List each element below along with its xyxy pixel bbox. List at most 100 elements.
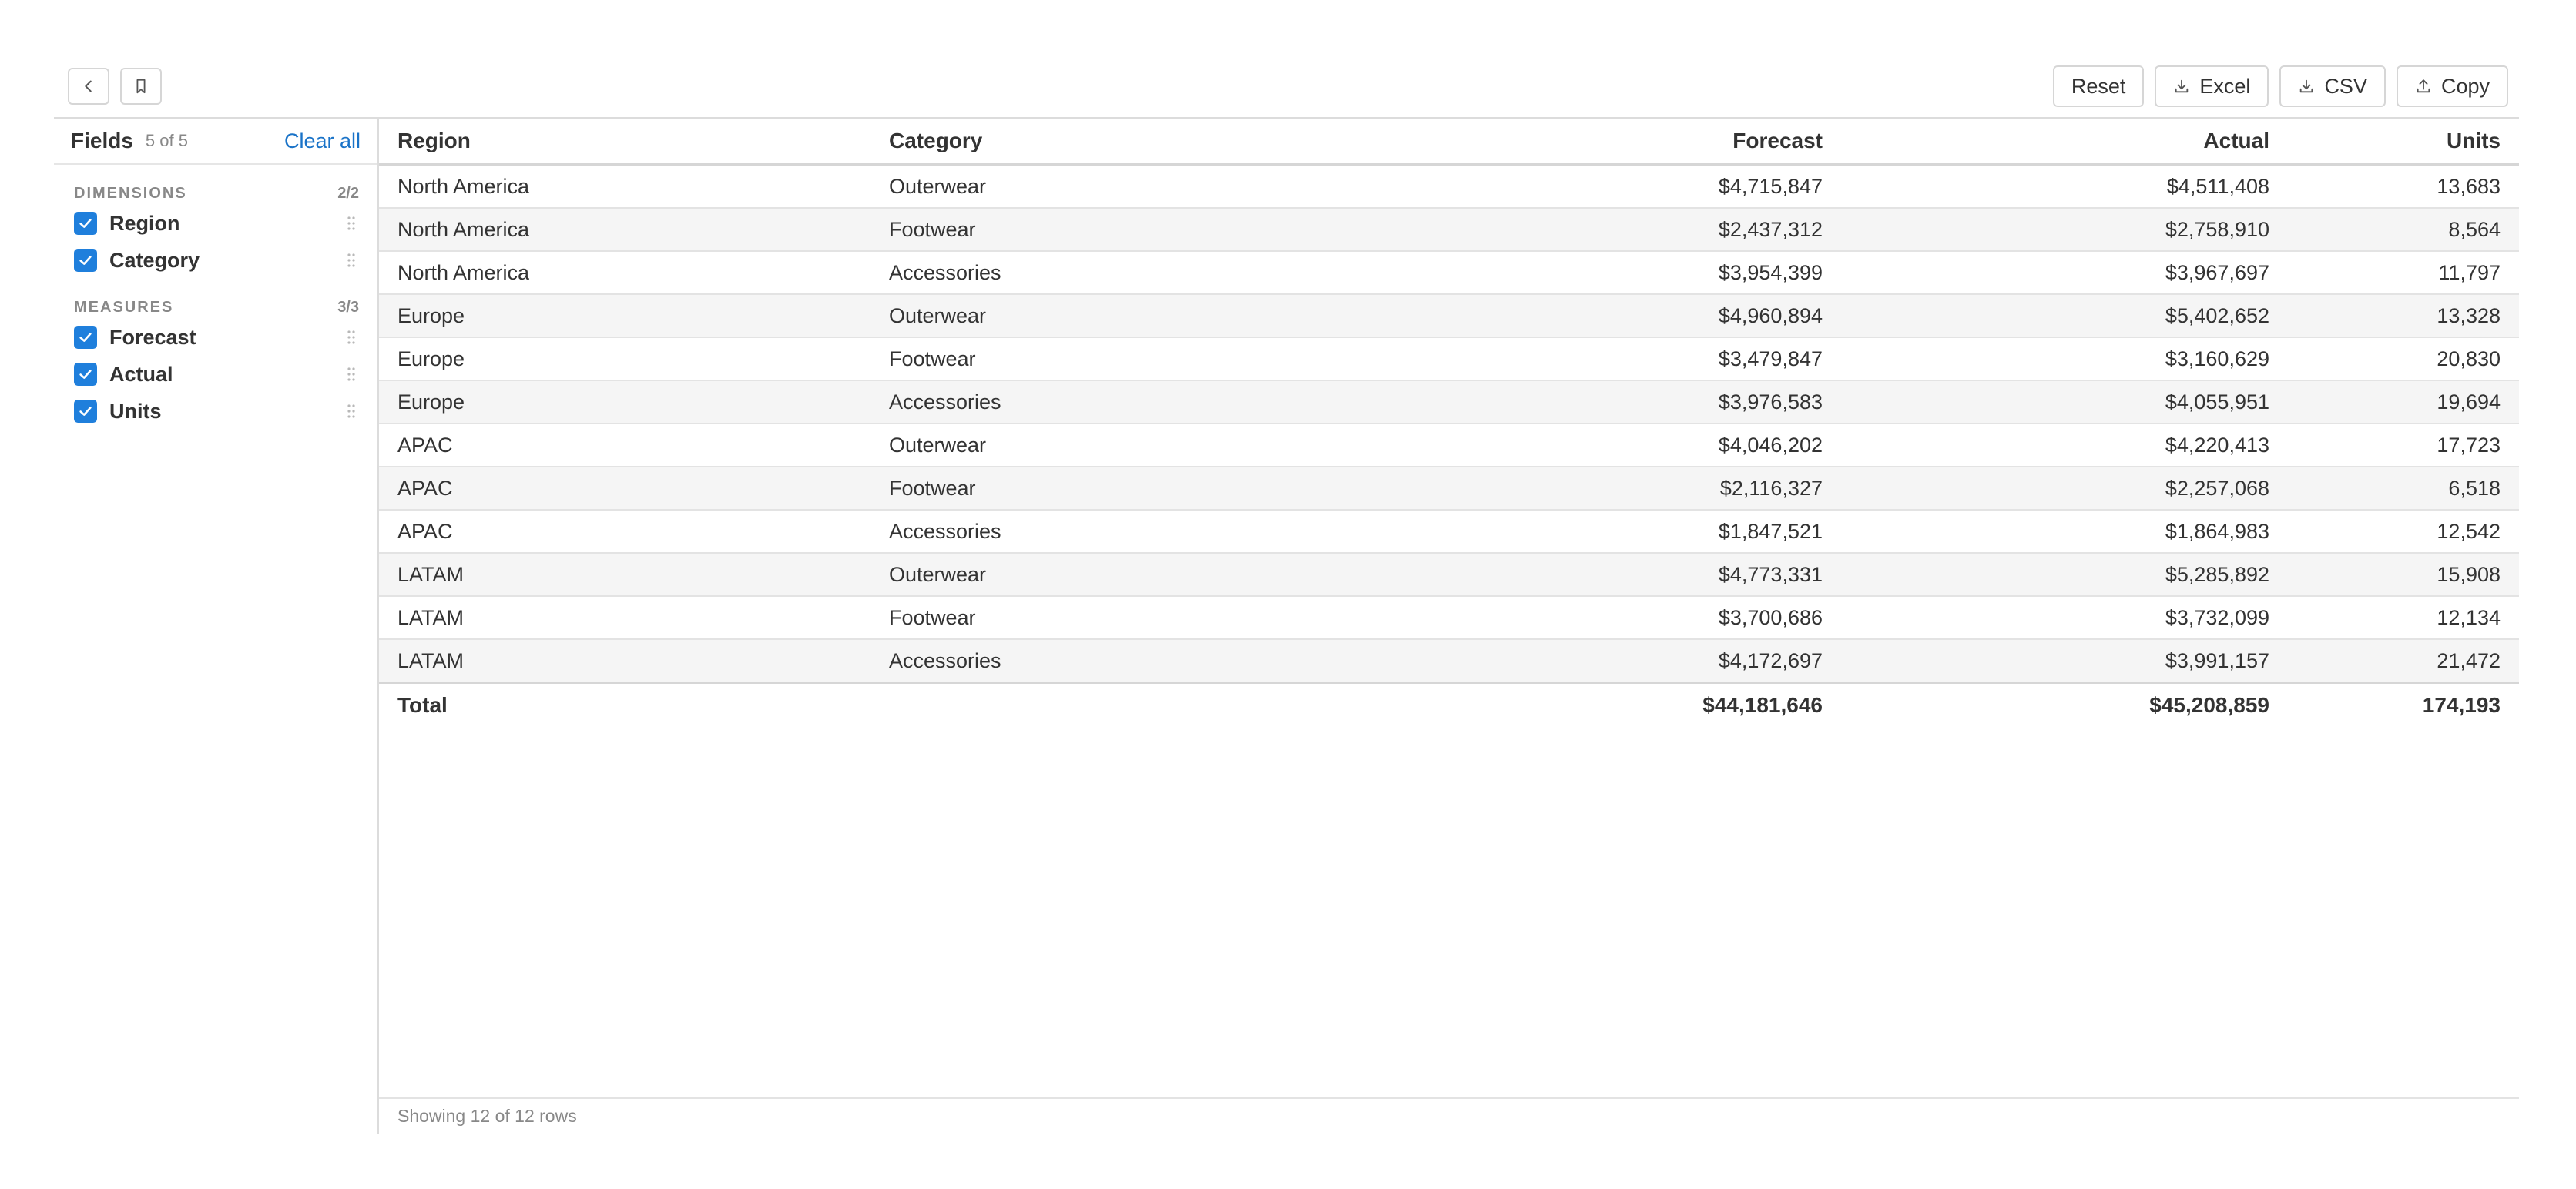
table-row[interactable]: Europe Accessories $3,976,583 $4,055,951 19,… [379,380,2519,424]
pivot-table-app: Reset Excel CSV Copy Fields 5 of 5 Clear… [0,0,2576,1189]
actual-cell: $4,511,408 [1841,164,2288,209]
dimensions-count: 2/2 [337,184,359,202]
region-cell: APAC [379,467,870,511]
total-category-cell [870,682,1394,727]
forecast-cell: $3,954,399 [1394,251,1841,295]
excel-export-button[interactable]: Excel [2155,65,2269,107]
download-icon [2300,79,2313,93]
column-header-category[interactable]: Category [870,119,1394,166]
table-row[interactable]: North America Accessories $3,954,399 $3,967… [379,251,2519,295]
units-cell: 12,134 [2288,596,2519,640]
region-checkbox[interactable] [74,212,97,235]
fields-title: Fields [71,129,133,152]
region-cell: North America [379,164,870,209]
column-header-forecast[interactable]: Forecast [1394,119,1841,166]
category-cell: Outerwear [870,164,1394,209]
units-cell: 15,908 [2288,553,2519,597]
data-table: Region Category Forecast Actual Units No… [379,119,2519,727]
field-item-forecast: Forecast [54,319,377,356]
table-row[interactable]: North America Outerwear $4,715,847 $4,511,4… [379,164,2519,209]
table-row[interactable]: Europe Footwear $3,479,847 $3,160,629 20,830 [379,337,2519,381]
category-cell: Accessories [870,251,1394,295]
measures-count: 3/3 [337,298,359,316]
field-label: Actual [109,362,173,386]
total-forecast-cell: $44,181,646 [1394,682,1841,727]
units-cell: 6,518 [2288,467,2519,511]
table-row[interactable]: APAC Accessories $1,847,521 $1,864,983 12,54… [379,510,2519,554]
table-row[interactable]: Europe Outerwear $4,960,894 $5,402,652 13,32… [379,294,2519,338]
reset-label: Reset [2071,74,2126,98]
forecast-cell: $4,773,331 [1394,553,1841,597]
region-cell: APAC [379,510,870,554]
forecast-cell: $4,172,697 [1394,639,1841,684]
forecast-cell: $3,976,583 [1394,380,1841,424]
table-body: North America Outerwear $4,715,847 $4,511,4… [379,164,2519,684]
actual-cell: $5,285,892 [1841,553,2288,597]
column-header-actual[interactable]: Actual [1841,119,2288,166]
actual-cell: $2,257,068 [1841,467,2288,511]
region-cell: Europe [379,294,870,338]
bookmark-icon [136,79,146,94]
region-cell: LATAM [379,553,870,597]
total-units-cell: 174,193 [2288,682,2519,727]
drag-handle-icon[interactable] [347,330,356,345]
actual-cell: $1,864,983 [1841,510,2288,554]
table-row[interactable]: APAC Footwear $2,116,327 $2,257,068 6,518 [379,467,2519,511]
actual-cell: $3,732,099 [1841,596,2288,640]
actual-cell: $3,967,697 [1841,251,2288,295]
region-cell: LATAM [379,639,870,684]
forecast-cell: $3,700,686 [1394,596,1841,640]
fields-sidebar: Fields 5 of 5 Clear all DIMENSIONS 2/2 R… [54,119,377,430]
category-cell: Footwear [870,337,1394,381]
table-row[interactable]: LATAM Outerwear $4,773,331 $5,285,892 15,908 [379,553,2519,597]
drag-handle-icon[interactable] [347,253,356,268]
csv-export-button[interactable]: CSV [2279,65,2386,107]
forecast-cell: $4,960,894 [1394,294,1841,338]
dimensions-group-header: DIMENSIONS 2/2 [54,182,377,205]
table-row[interactable]: North America Footwear $2,437,312 $2,758,91… [379,208,2519,252]
field-label: Category [109,248,200,272]
table-header-row: Region Category Forecast Actual Units [379,119,2519,166]
field-item-units: Units [54,393,377,430]
actual-checkbox[interactable] [74,363,97,386]
drag-handle-icon[interactable] [347,404,356,419]
actual-cell: $5,402,652 [1841,294,2288,338]
table-row[interactable]: LATAM Footwear $3,700,686 $3,732,099 12,134 [379,596,2519,640]
checkmark-icon [79,333,92,342]
region-cell: APAC [379,424,870,467]
column-header-region[interactable]: Region [379,119,870,166]
units-cell: 17,723 [2288,424,2519,467]
drag-handle-icon[interactable] [347,367,356,382]
field-label: Forecast [109,325,196,349]
bookmark-button[interactable] [120,68,162,105]
download-icon [2175,79,2189,93]
toolbar: Reset Excel CSV Copy [68,65,2508,108]
field-label: Units [109,399,162,423]
drag-handle-icon[interactable] [347,216,356,231]
checkmark-icon [79,219,92,228]
total-actual-cell: $45,208,859 [1841,682,2288,727]
back-button[interactable] [68,68,109,105]
chevron-left-icon [85,80,92,92]
fields-count: 5 of 5 [145,131,188,150]
region-cell: Europe [379,337,870,381]
forecast-cell: $2,437,312 [1394,208,1841,252]
units-cell: 13,328 [2288,294,2519,338]
forecast-checkbox[interactable] [74,326,97,349]
column-header-units[interactable]: Units [2288,119,2519,166]
field-item-region: Region [54,205,377,242]
footer-divider [379,1097,2519,1099]
units-cell: 12,542 [2288,510,2519,554]
units-cell: 13,683 [2288,164,2519,209]
reset-button[interactable]: Reset [2052,65,2145,107]
category-cell: Outerwear [870,294,1394,338]
forecast-cell: $4,715,847 [1394,164,1841,209]
category-checkbox[interactable] [74,249,97,272]
units-checkbox[interactable] [74,400,97,423]
table-row[interactable]: APAC Outerwear $4,046,202 $4,220,413 17,723 [379,424,2519,467]
region-cell: LATAM [379,596,870,640]
clear-all-link[interactable]: Clear all [284,129,361,153]
table-row[interactable]: LATAM Accessories $4,172,697 $3,991,157 21,4… [379,639,2519,684]
actual-cell: $3,160,629 [1841,337,2288,381]
copy-button[interactable]: Copy [2396,65,2508,107]
